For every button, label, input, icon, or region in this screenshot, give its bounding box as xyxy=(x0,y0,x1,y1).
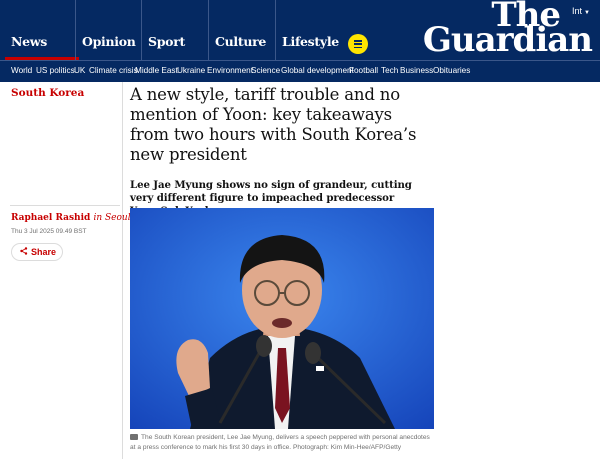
chevron-down-icon: ▼ xyxy=(584,10,590,16)
share-label: Share xyxy=(31,247,57,257)
subnav-item-obituaries[interactable]: Obituaries xyxy=(433,66,470,75)
subnav-item-uk[interactable]: UK xyxy=(74,66,85,75)
edition-label: Int xyxy=(572,6,583,16)
subnav-item-tech[interactable]: Tech xyxy=(381,66,398,75)
share-icon xyxy=(20,245,28,261)
menu-button[interactable] xyxy=(348,34,368,54)
menu-icon-bar xyxy=(354,43,362,45)
menu-icon-bar xyxy=(354,46,362,48)
share-button[interactable]: Share xyxy=(11,243,63,261)
author-link[interactable]: Raphael Rashid xyxy=(11,213,90,223)
subnav-item-science[interactable]: Science xyxy=(251,66,280,75)
byline-location: in Seoul xyxy=(93,213,131,223)
subnav-item-business[interactable]: Business xyxy=(400,66,433,75)
section-tag[interactable]: South Korea xyxy=(11,87,84,99)
pillar-label: Opinion xyxy=(82,34,136,49)
pillar-lifestyle[interactable]: Lifestyle xyxy=(275,0,343,60)
logo-line-2: Guardian xyxy=(422,20,593,60)
pillar-label: Sport xyxy=(148,34,185,49)
byline: Raphael Rashid in Seoul xyxy=(11,213,131,223)
caption-text: The South Korean president, Lee Jae Myun… xyxy=(130,434,430,451)
subnav-item-middle-east[interactable]: Middle East xyxy=(135,66,178,75)
publish-date: Thu 3 Jul 2025 09.49 BST xyxy=(11,228,87,235)
menu-icon xyxy=(354,40,362,42)
subnav-item-environment[interactable]: Environment xyxy=(207,66,253,75)
pillar-sport[interactable]: Sport xyxy=(141,0,208,60)
column-divider xyxy=(122,82,123,459)
edition-selector[interactable]: Int ▼ xyxy=(572,6,590,16)
pillar-opinion[interactable]: Opinion xyxy=(75,0,141,60)
subnav-item-global-development[interactable]: Global development xyxy=(281,66,354,75)
main-photo[interactable] xyxy=(130,208,434,429)
pillar-news[interactable]: News xyxy=(5,0,79,60)
subnav-item-climate-crisis[interactable]: Climate crisis xyxy=(89,66,138,75)
pillar-label: Lifestyle xyxy=(282,34,339,49)
photo-caption: The South Korean president, Lee Jae Myun… xyxy=(130,433,430,452)
camera-icon xyxy=(130,434,138,440)
subnav-item-football[interactable]: Football xyxy=(349,66,378,75)
subnav-item-ukraine[interactable]: Ukraine xyxy=(177,66,205,75)
article-headline: A new style, tariff trouble and no menti… xyxy=(130,85,417,164)
pillar-label: Culture xyxy=(215,34,267,49)
masthead: Int ▼ The Guardian News Opinion Sport Cul… xyxy=(0,0,600,60)
meta-divider xyxy=(10,205,120,206)
pillar-culture[interactable]: Culture xyxy=(208,0,275,60)
pillar-label: News xyxy=(11,34,47,49)
president-photo-illustration xyxy=(130,208,434,429)
subnav: World US politics UK Climate crisis Midd… xyxy=(0,60,600,82)
subnav-item-us-politics[interactable]: US politics xyxy=(36,66,75,75)
subnav-item-world[interactable]: World xyxy=(11,66,32,75)
